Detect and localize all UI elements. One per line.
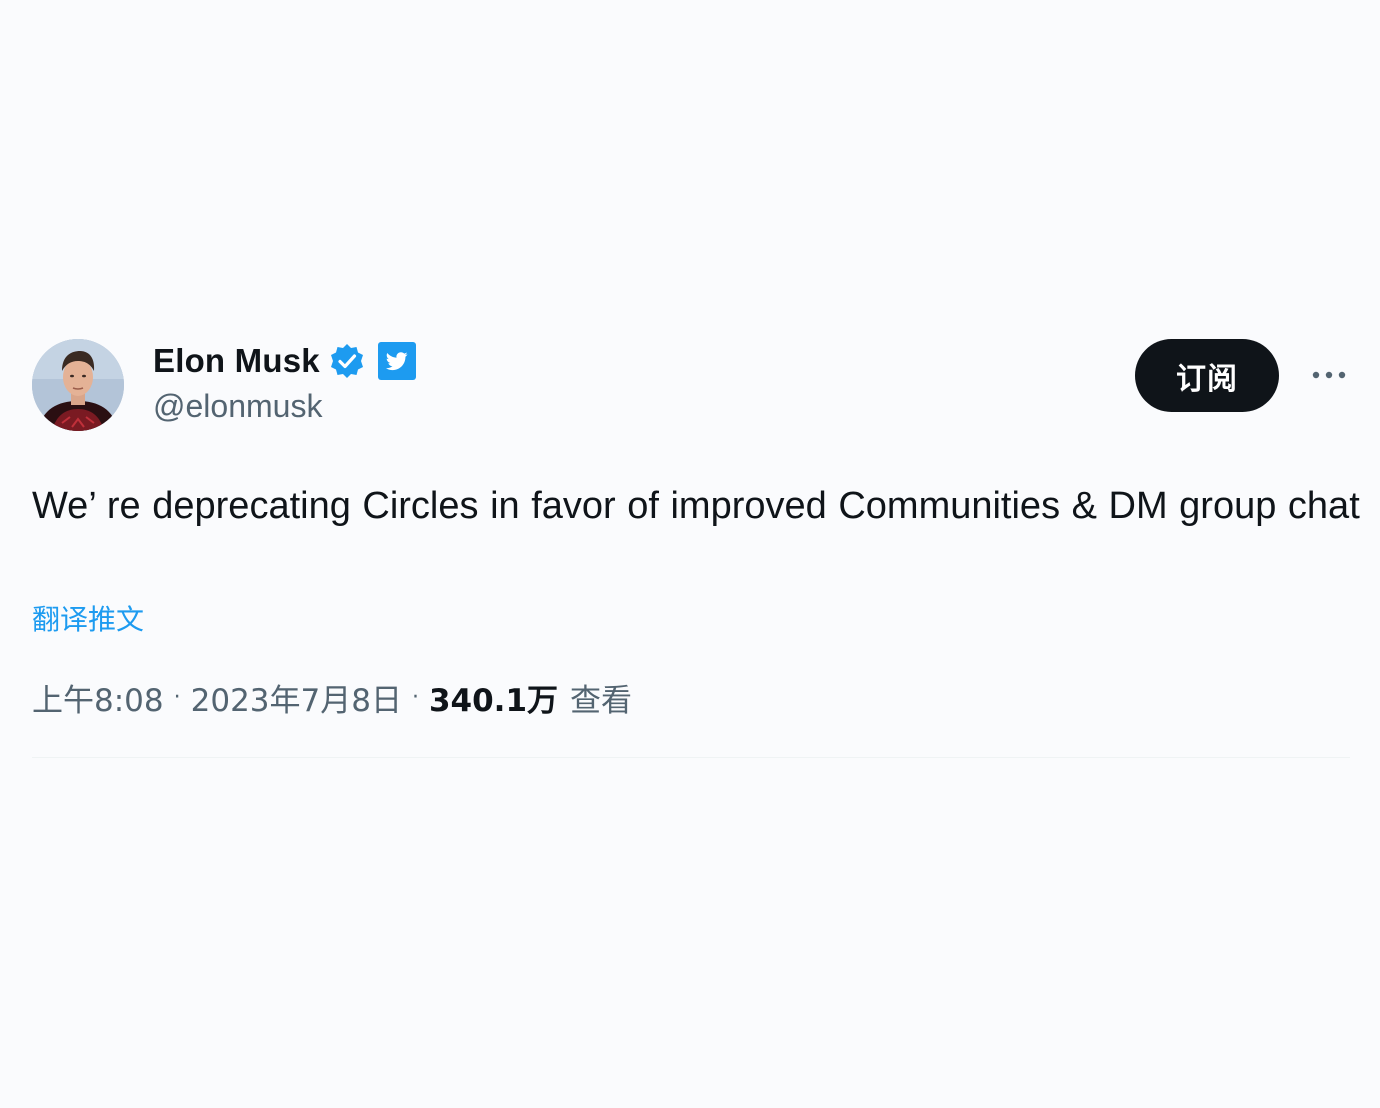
translate-tweet-link[interactable]: 翻译推文 [32,598,144,638]
tweet-card: Elon Musk @elonmusk 订阅 We’ re deprecatin… [0,0,1380,1108]
author-name-row: Elon Musk [153,340,416,382]
tweet-meta: 上午8:08 · 2023年7月8日 · 340.1万 查看 [32,675,633,720]
tweet-text: We’ re deprecating Circles in favor of i… [32,485,1360,527]
subscribe-button[interactable]: 订阅 [1135,339,1279,412]
twitter-bird-icon[interactable] [377,342,416,380]
meta-separator: · [173,684,181,710]
tweet-time[interactable]: 上午8:08 [32,675,164,720]
more-horizontal-icon [1312,371,1346,379]
tweet-date[interactable]: 2023年7月8日 [191,675,402,720]
avatar-image [32,339,124,431]
meta-separator: · [411,684,419,710]
divider [32,757,1350,758]
verified-badge-icon[interactable] [328,342,366,380]
more-options-button[interactable] [1308,360,1350,390]
views-count[interactable]: 340.1万 [429,675,558,720]
author-name[interactable]: Elon Musk [153,342,320,380]
views-label: 查看 [570,682,633,719]
avatar[interactable] [32,339,124,431]
author-handle[interactable]: @elonmusk [153,388,322,425]
